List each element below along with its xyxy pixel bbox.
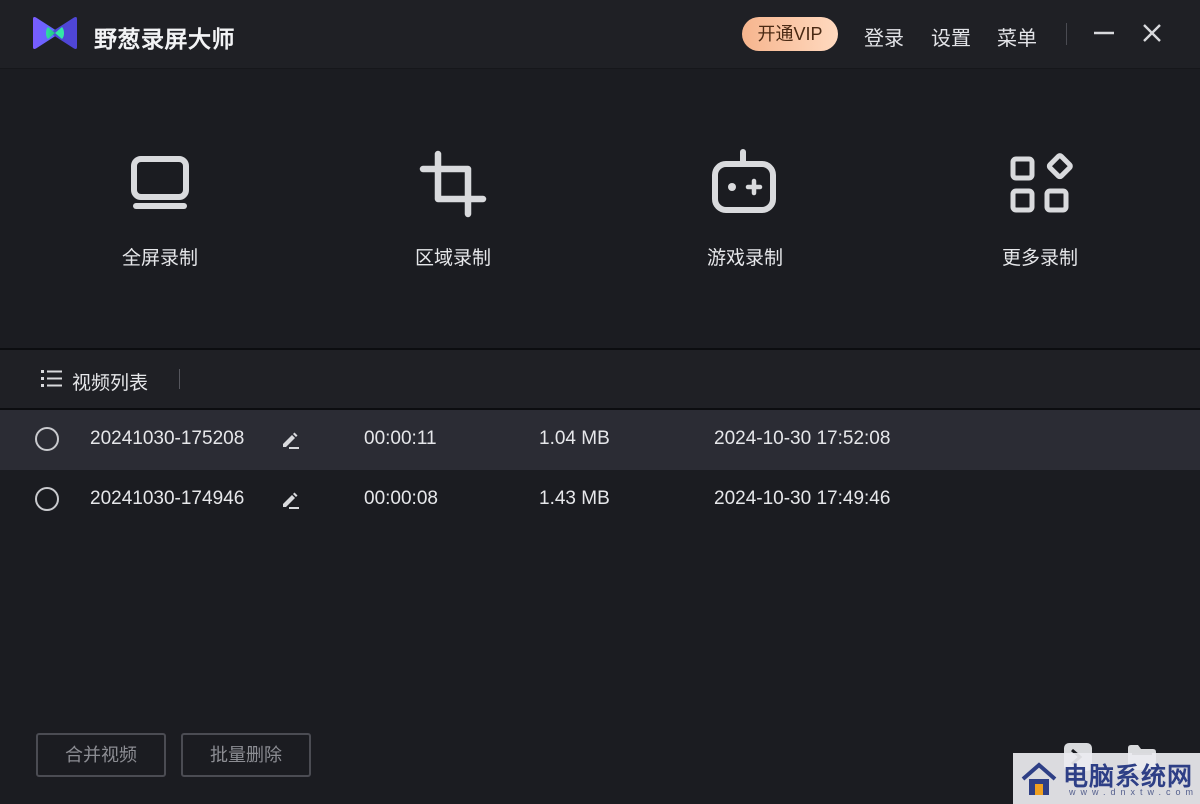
video-name: 20241030-175208 [90, 428, 245, 449]
settings-link[interactable]: 设置 [931, 22, 971, 51]
close-icon[interactable] [1139, 20, 1165, 46]
mode-label: 更多录制 [1001, 248, 1078, 269]
video-size: 1.43 MB [539, 488, 610, 509]
row-select-radio[interactable] [35, 427, 59, 451]
app-logo-icon [33, 17, 77, 49]
row-select-radio[interactable] [35, 487, 59, 511]
batch-delete-button[interactable]: 批量删除 [181, 733, 311, 777]
title-divider [1066, 23, 1067, 45]
table-row[interactable]: 20241030-175208 00:00:11 1.04 MB 2024-10… [0, 410, 1200, 470]
mode-game[interactable]: 游戏录制 [645, 149, 845, 270]
edit-icon[interactable] [280, 430, 300, 450]
menu-link[interactable]: 菜单 [997, 22, 1037, 51]
video-list-title[interactable]: 视频列表 [72, 368, 148, 395]
apps-grid-icon [1010, 153, 1073, 213]
mode-label: 全屏录制 [121, 248, 198, 269]
watermark: 电脑系统网 www.dnxtw.com [1013, 753, 1200, 804]
mode-fullscreen[interactable]: 全屏录制 [60, 149, 260, 270]
video-size: 1.04 MB [539, 428, 610, 449]
recording-modes: 全屏录制 区域录制 游戏录制 更多录制 [0, 69, 1200, 348]
mode-label: 游戏录制 [706, 248, 783, 269]
crop-icon [419, 150, 487, 218]
app-window: 野葱录屏大师 开通VIP 登录 设置 菜单 全屏录制 区域录制 游戏录制 更多录… [0, 0, 1200, 804]
minimize-icon[interactable] [1091, 20, 1117, 46]
gamepad-icon [712, 149, 776, 213]
mode-label: 区域录制 [414, 248, 491, 269]
login-link[interactable]: 登录 [864, 22, 904, 51]
mode-region[interactable]: 区域录制 [353, 149, 553, 270]
vip-button[interactable]: 开通VIP [742, 17, 838, 51]
house-logo-icon [1021, 762, 1057, 795]
app-title: 野葱录屏大师 [94, 26, 235, 52]
table-row[interactable]: 20241030-174946 00:00:08 1.43 MB 2024-10… [0, 470, 1200, 530]
watermark-url: www.dnxtw.com [1069, 787, 1199, 797]
video-created: 2024-10-30 17:49:46 [714, 488, 891, 509]
list-icon [41, 370, 62, 387]
video-created: 2024-10-30 17:52:08 [714, 428, 891, 449]
monitor-icon [131, 156, 189, 209]
title-bar: 野葱录屏大师 开通VIP 登录 设置 菜单 [0, 0, 1200, 69]
mode-more[interactable]: 更多录制 [940, 149, 1140, 270]
edit-icon[interactable] [280, 490, 300, 510]
video-list-header: 视频列表 [0, 350, 1200, 408]
header-divider [179, 369, 180, 389]
video-duration: 00:00:11 [364, 428, 437, 449]
video-name: 20241030-174946 [90, 488, 245, 509]
video-duration: 00:00:08 [364, 488, 438, 509]
merge-videos-button[interactable]: 合并视频 [36, 733, 166, 777]
